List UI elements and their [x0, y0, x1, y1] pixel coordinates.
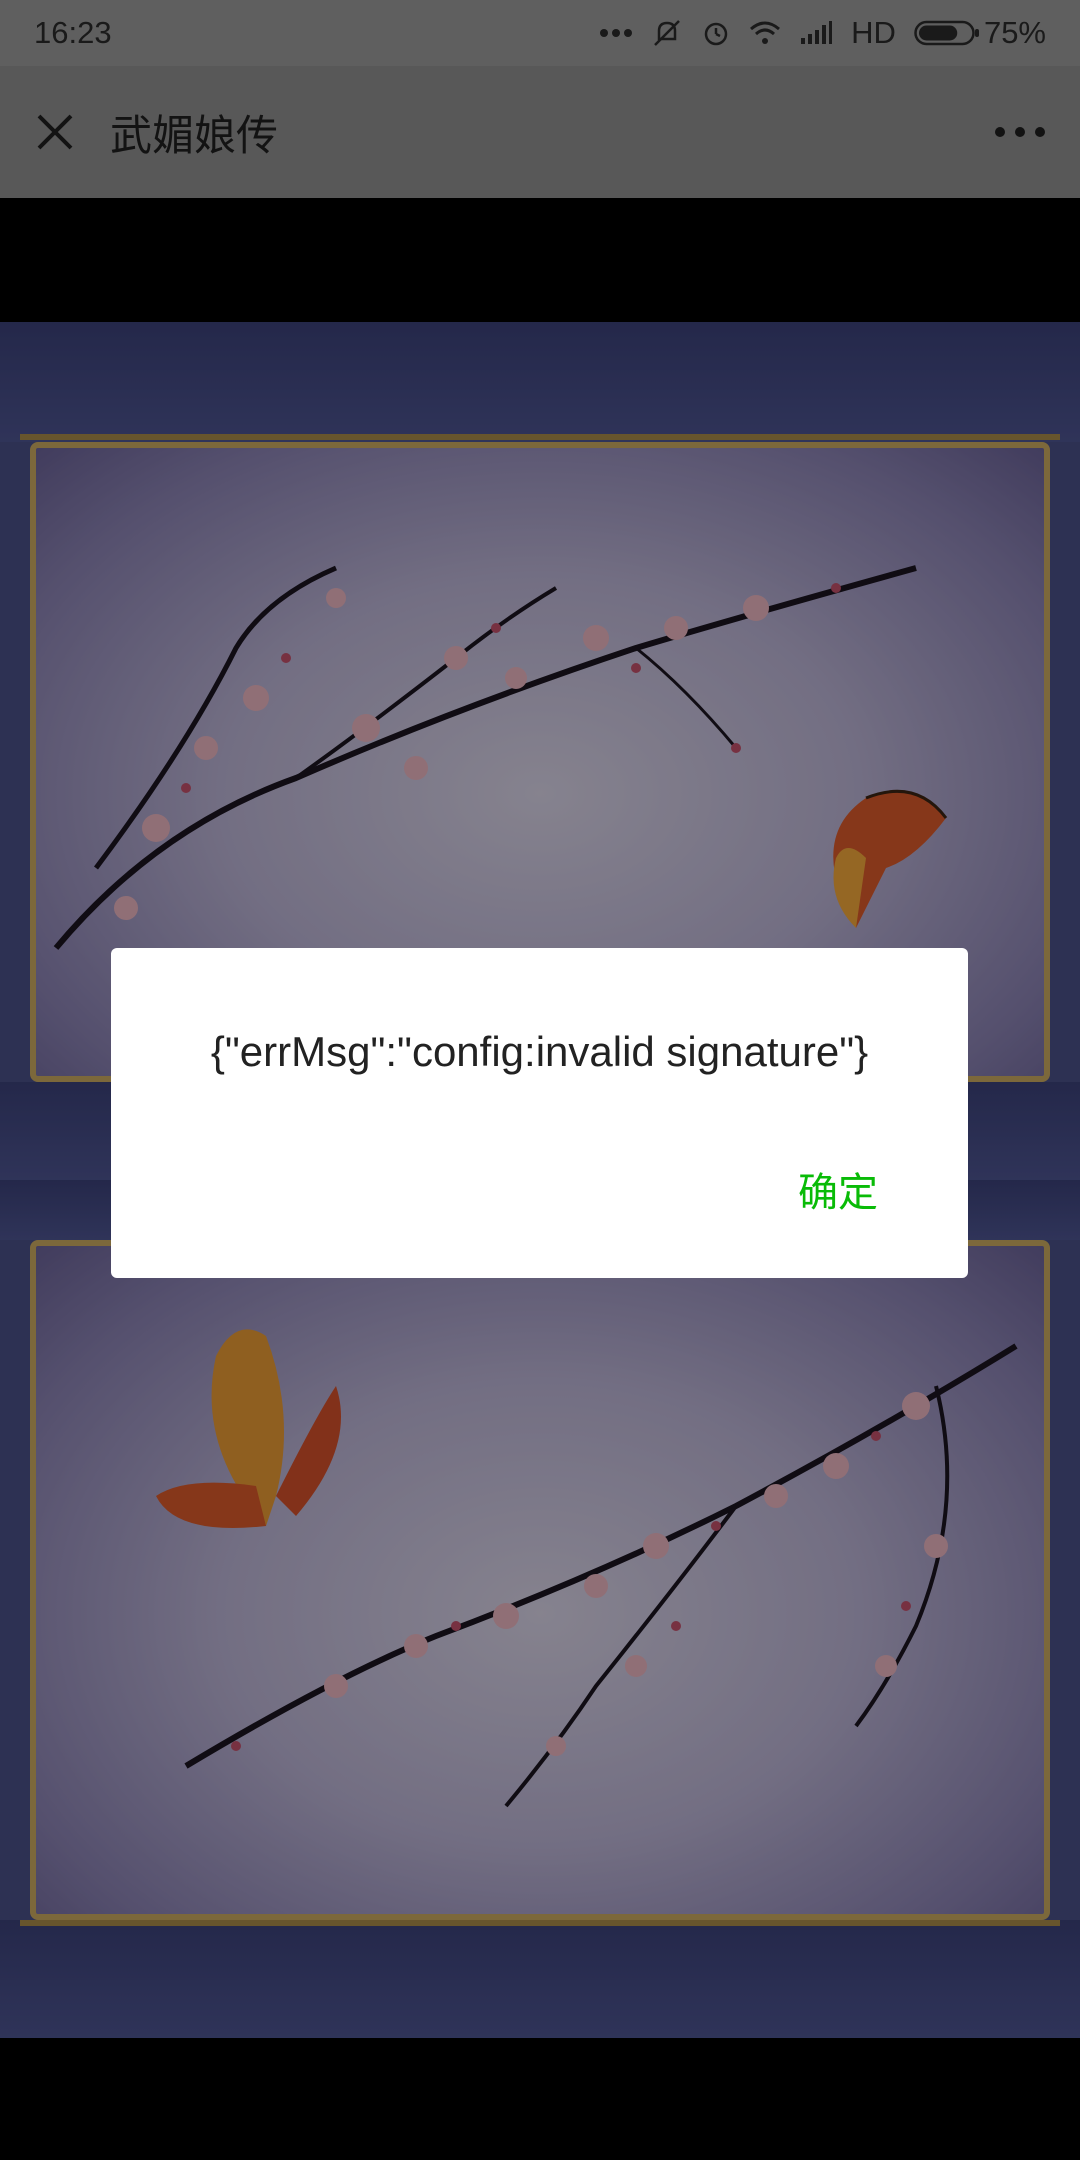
dialog-message: {"errMsg":"config:invalid signature"} [210, 1028, 869, 1075]
screen: 16:23 HD 75% 武媚娘传 {"errMsg":"config:inva… [0, 0, 1080, 2160]
ok-button[interactable]: 确定 [798, 1160, 878, 1218]
alert-dialog: {"errMsg":"config:invalid signature"} 确定 [111, 948, 968, 1278]
